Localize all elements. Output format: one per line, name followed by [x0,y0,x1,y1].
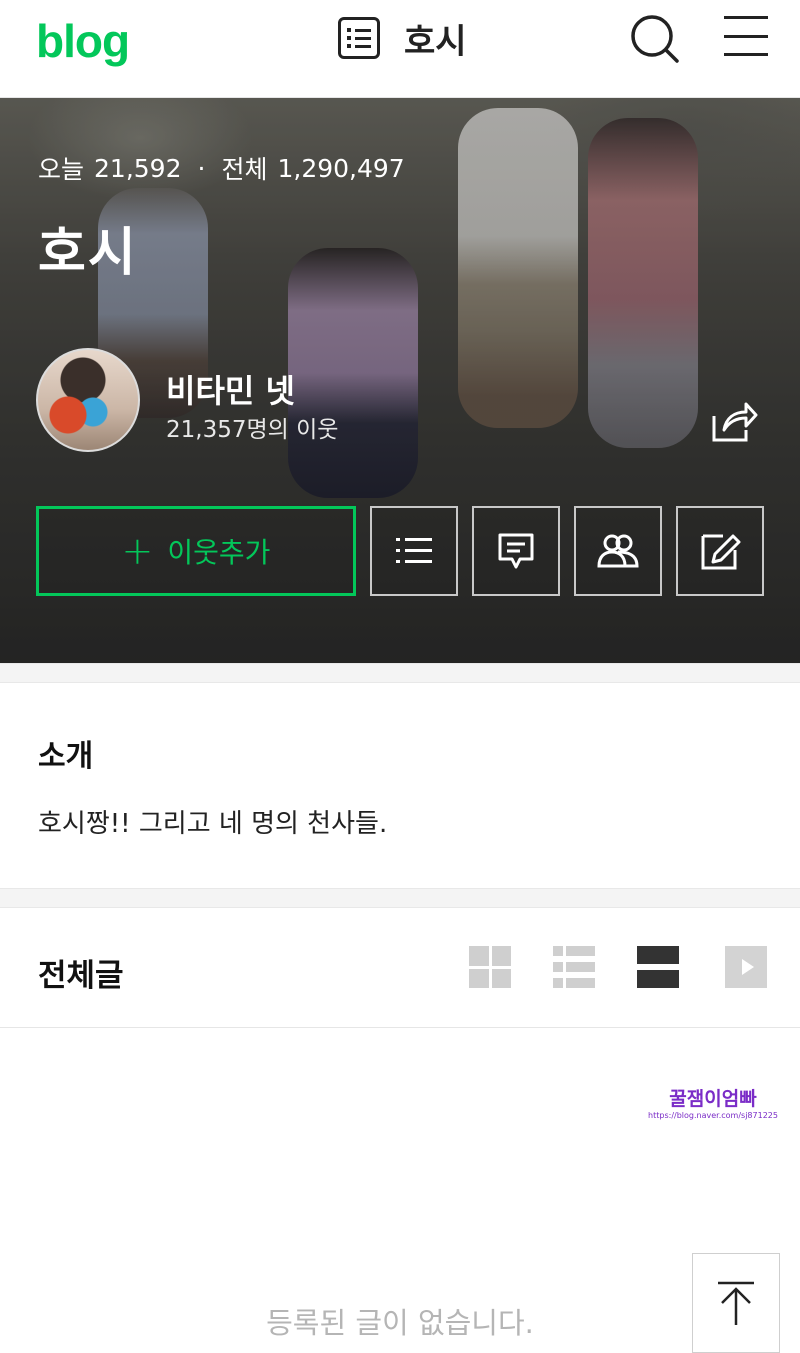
comment-icon [498,533,534,569]
intro-section: 소개 호시짱!! 그리고 네 명의 천사들. [0,683,800,888]
watermark-title: 꿀잼이엄빠 [669,1088,757,1110]
neighbor-count: 21,357명의 이웃 [166,417,339,443]
section-divider [0,888,800,908]
top-header: blog 호시 [0,0,800,98]
share-icon[interactable] [710,398,758,444]
edit-icon [701,534,741,570]
visitor-stats: 오늘 21,592 · 전체 1,290,497 [38,150,405,186]
blog-name: 호시 [38,223,138,283]
stats-separator: · [197,153,206,183]
video-view-icon[interactable] [725,946,767,988]
add-neighbor-label: 이웃추가 [167,536,271,569]
watermark-url: https://blog.naver.com/sj871225 [648,1111,778,1120]
today-label: 오늘 [38,155,85,184]
nickname[interactable]: 비타민 넷 [166,366,295,412]
post-list-icon [396,538,432,563]
write-button[interactable] [676,506,764,596]
header-title[interactable]: 호시 [404,14,467,63]
card-view-icon[interactable] [637,946,679,988]
list-view-icon[interactable] [553,946,595,988]
neighbors-button[interactable] [574,506,662,596]
friends-icon [597,534,639,568]
header-title-group[interactable]: 호시 [338,14,467,63]
scroll-top-button[interactable] [692,1253,780,1353]
intro-title: 소개 [38,739,94,774]
post-list-button[interactable] [370,506,458,596]
blog-logo[interactable]: blog [36,14,130,68]
total-count: 1,290,497 [277,153,405,183]
section-divider [0,663,800,683]
watermark: 꿀잼이엄빠 https://blog.naver.com/sj871225 [648,1084,778,1120]
posts-title: 전체글 [38,958,124,994]
search-icon[interactable] [628,12,680,64]
guestbook-button[interactable] [472,506,560,596]
posts-header: 전체글 [0,908,800,1028]
total-label: 전체 [221,155,268,184]
empty-message: 등록된 글이 없습니다. [266,1306,534,1340]
hero-banner: 오늘 21,592 · 전체 1,290,497 호시 비타민 넷 21,357… [0,98,800,663]
list-icon[interactable] [338,17,380,59]
posts-content: 꿀잼이엄빠 https://blog.naver.com/sj871225 등록… [0,1028,800,1353]
grid-view-icon[interactable] [469,946,511,988]
add-neighbor-button[interactable]: + 이웃추가 [36,506,356,596]
today-count: 21,592 [94,153,182,183]
intro-text: 호시짱!! 그리고 네 명의 천사들. [38,809,388,839]
plus-icon: + [121,529,154,573]
avatar[interactable] [36,348,140,452]
menu-icon[interactable] [724,16,768,56]
scroll-top-icon [718,1281,754,1325]
